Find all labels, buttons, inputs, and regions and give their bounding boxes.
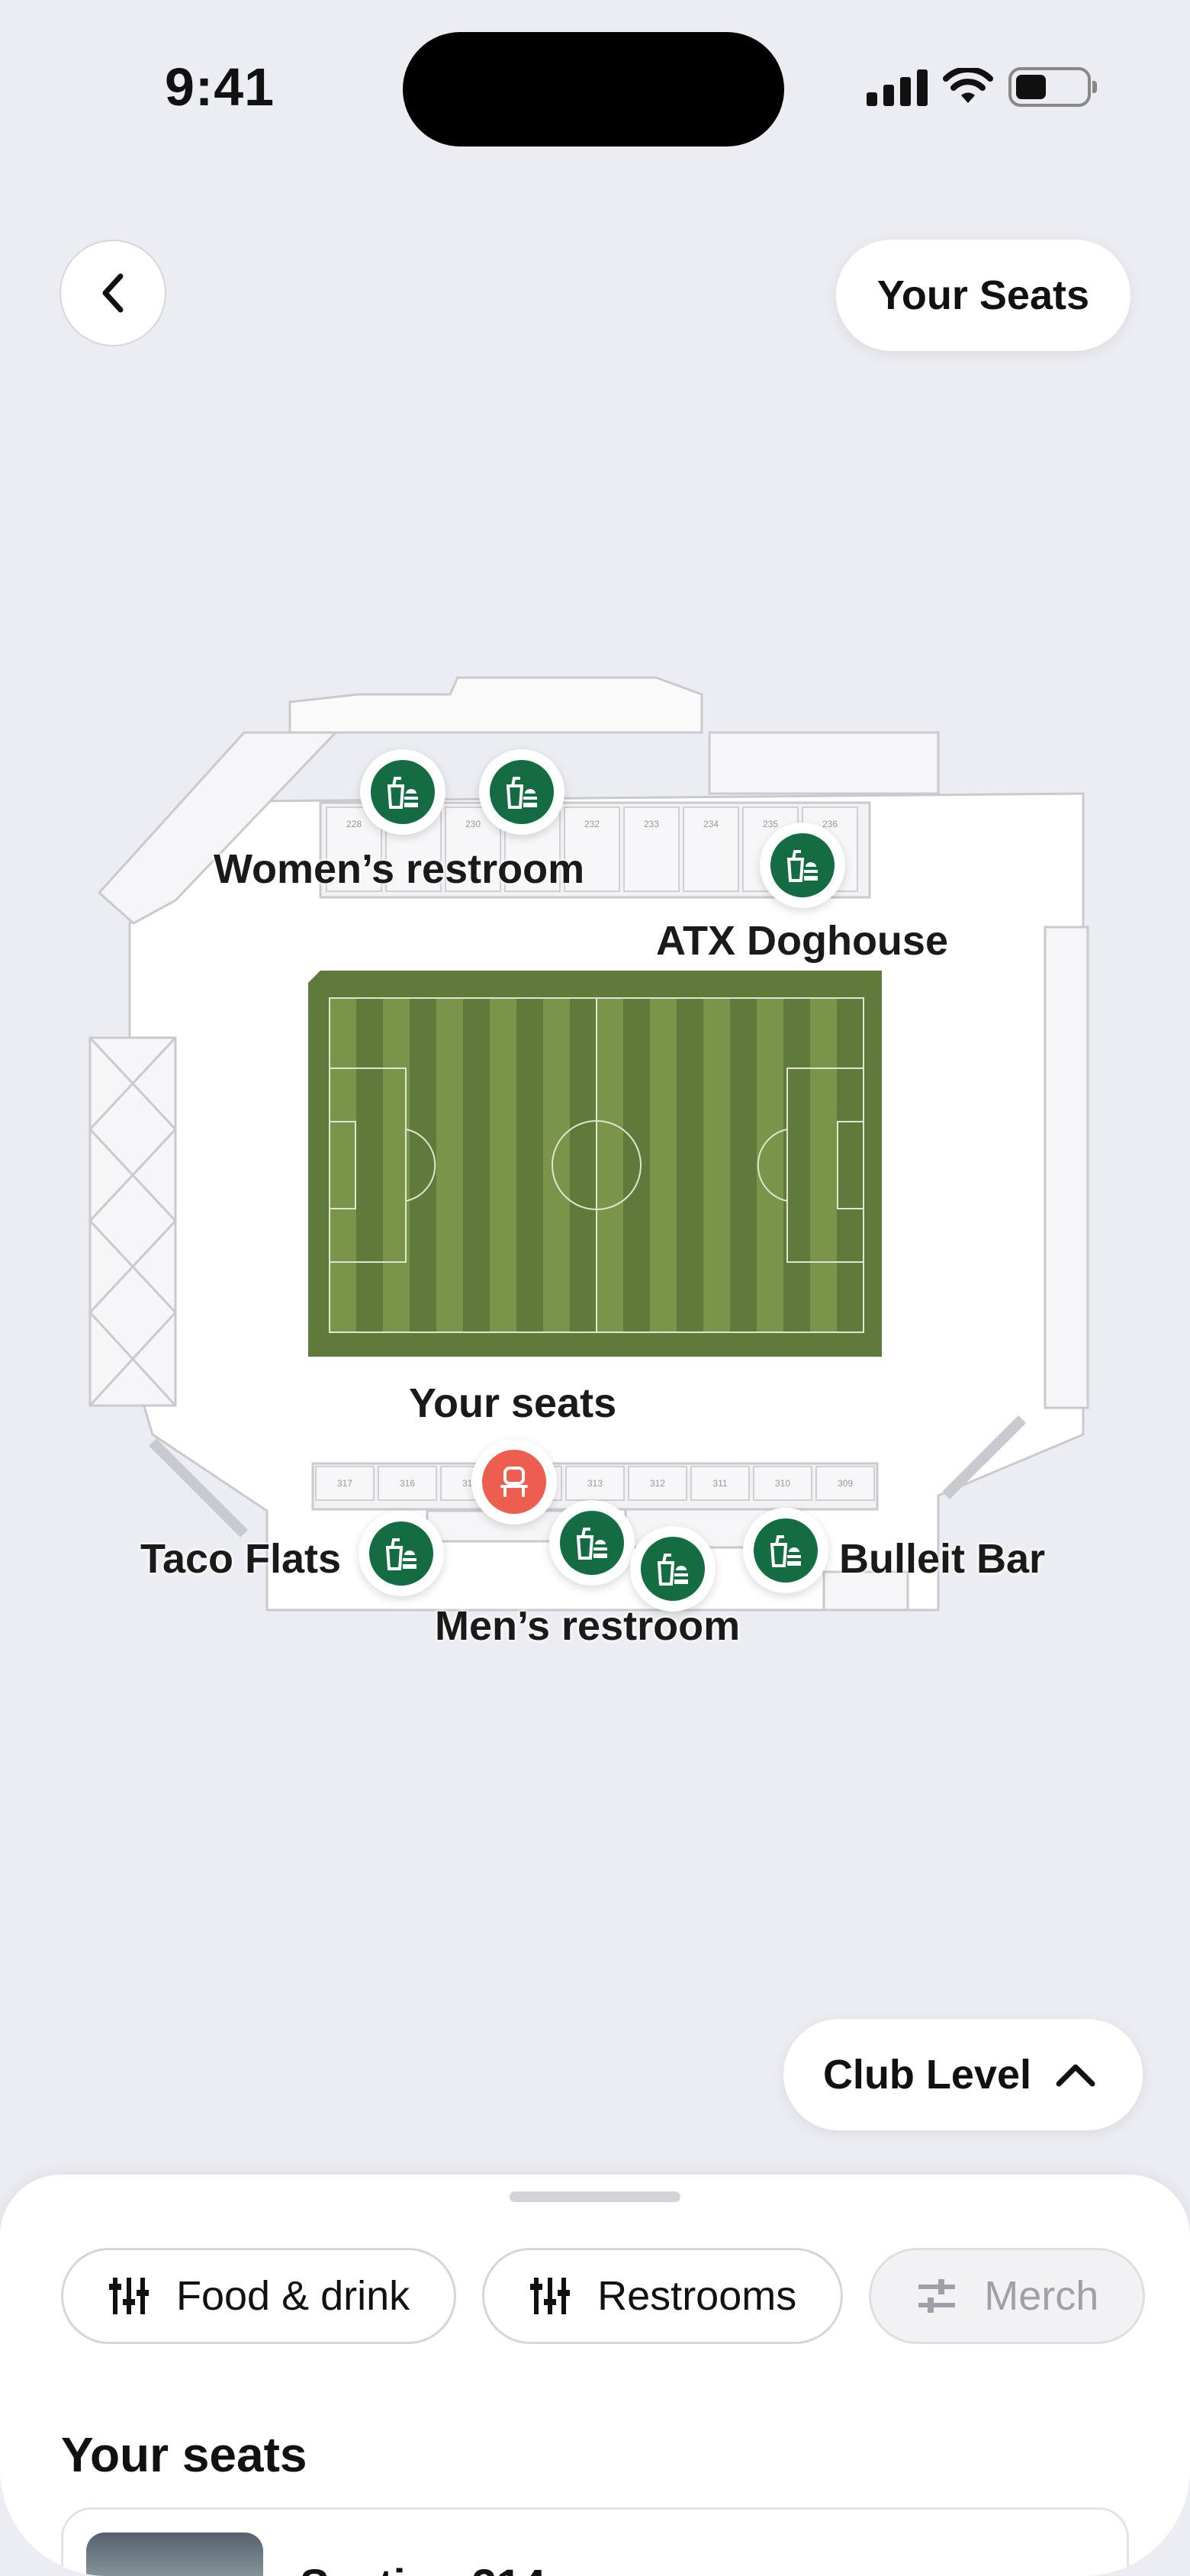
food-drink-icon <box>506 777 537 809</box>
food-drink-pin[interactable] <box>630 1526 716 1612</box>
filter-chip-label: Merch <box>984 2273 1099 2319</box>
pitch-stripe <box>356 998 383 1332</box>
pitch-stripe <box>463 998 490 1332</box>
womens-restroom-label[interactable]: Women’s restroom <box>214 845 584 893</box>
level-selector-button[interactable]: Club Level <box>783 2019 1143 2130</box>
pitch-stripe <box>597 998 623 1332</box>
dynamic-island <box>403 32 784 147</box>
seat-card-title: Section 314 <box>300 2560 545 2576</box>
filter-chip-label: Food & drink <box>176 2273 410 2319</box>
food-drink-icon <box>770 1535 801 1567</box>
pitch-stripe <box>330 998 356 1332</box>
your-seats-label[interactable]: Your seats <box>409 1380 616 1427</box>
food-drink-pin[interactable] <box>479 749 564 835</box>
atx-doghouse-label[interactable]: ATX Doghouse <box>656 917 948 964</box>
pitch-stripe <box>543 998 570 1332</box>
filter-chip-label: Restrooms <box>597 2273 797 2319</box>
cellular-signal-icon <box>867 68 928 106</box>
wifi-icon <box>943 68 993 103</box>
pitch-stripe <box>650 998 677 1332</box>
seat-section-label: 233 <box>644 819 659 829</box>
filter-chip-merch[interactable]: Merch <box>869 2248 1146 2344</box>
pitch-stripe <box>410 998 436 1332</box>
bulleit-bar-label[interactable]: Bulleit Bar <box>839 1535 1045 1583</box>
mens-restroom-label[interactable]: Men’s restroom <box>435 1602 740 1650</box>
food-drink-icon <box>385 1538 416 1570</box>
food-drink-icon <box>786 850 818 882</box>
pitch-stripe <box>570 998 597 1332</box>
level-selector-label: Club Level <box>822 2052 1031 2098</box>
food-drink-pin[interactable] <box>360 749 445 835</box>
battery-icon <box>1008 67 1097 107</box>
sheet-title: Your seats <box>61 2427 307 2482</box>
seat-section-label: 312 <box>650 1478 665 1489</box>
soccer-pitch <box>308 971 882 1357</box>
seat-section-label: 309 <box>838 1478 853 1489</box>
taco-flats-label[interactable]: Taco Flats <box>140 1535 341 1583</box>
seat-section-label: 228 <box>346 819 362 829</box>
seat-section-label: 232 <box>584 819 600 829</box>
app-screen: 9:41 Your Seats 228 230 232 233 234 235 … <box>0 0 1190 2576</box>
sliders-icon <box>918 2279 956 2313</box>
status-time: 9:41 <box>165 57 275 117</box>
pitch-stripe <box>436 998 463 1332</box>
seat-view-thumbnail <box>86 2533 263 2576</box>
seat-icon <box>500 1467 528 1497</box>
seat-section-label: 317 <box>337 1478 352 1489</box>
pitch-stripe <box>730 998 757 1332</box>
back-button[interactable] <box>60 240 166 346</box>
pitch-stripe <box>837 998 864 1332</box>
seat-section-label: 234 <box>703 819 719 829</box>
seat-section-label: 236 <box>822 819 838 829</box>
sheet-drag-handle[interactable] <box>510 2191 680 2202</box>
seat-section-label: 313 <box>587 1478 603 1489</box>
pitch-stripe <box>703 998 730 1332</box>
bottom-sheet[interactable]: Food & drink Restrooms Merch Your seats … <box>0 2175 1190 2576</box>
pitch-stripe <box>757 998 783 1332</box>
filter-icon <box>109 2278 149 2314</box>
food-drink-pin[interactable] <box>549 1500 635 1586</box>
food-drink-icon <box>387 777 418 809</box>
stadium-map[interactable]: 228229230231232233234235236 317316315314… <box>0 671 1190 1663</box>
pitch-stripe <box>490 998 516 1332</box>
filter-chip-food-drink[interactable]: Food & drink <box>61 2248 457 2344</box>
food-drink-pin[interactable] <box>743 1508 828 1593</box>
seat-card[interactable]: Section 314 <box>61 2507 1129 2576</box>
pitch-stripe <box>623 998 650 1332</box>
seat-section-label: 311 <box>712 1478 727 1489</box>
filter-chips: Food & drink Restrooms Merch <box>61 2248 1146 2344</box>
pitch-stripe <box>677 998 703 1332</box>
seat-section-label: 310 <box>775 1478 790 1489</box>
status-icons <box>867 67 1097 107</box>
seat-section-label: 235 <box>763 819 778 829</box>
pitch-stripe <box>516 998 543 1332</box>
food-drink-pin[interactable] <box>760 823 845 908</box>
your-seat-pin[interactable] <box>471 1439 557 1525</box>
filter-chip-restrooms[interactable]: Restrooms <box>482 2248 844 2344</box>
seat-section-label: 316 <box>400 1478 415 1489</box>
food-drink-pin[interactable] <box>359 1511 444 1596</box>
chevron-up-icon <box>1056 2064 1095 2087</box>
pitch-stripe <box>810 998 837 1332</box>
filter-icon <box>530 2278 571 2314</box>
chevron-left-icon <box>102 273 124 313</box>
food-drink-icon <box>657 1554 688 1586</box>
seat-section-label: 230 <box>465 819 481 829</box>
your-seats-button[interactable]: Your Seats <box>835 240 1130 351</box>
food-drink-icon <box>576 1528 607 1560</box>
